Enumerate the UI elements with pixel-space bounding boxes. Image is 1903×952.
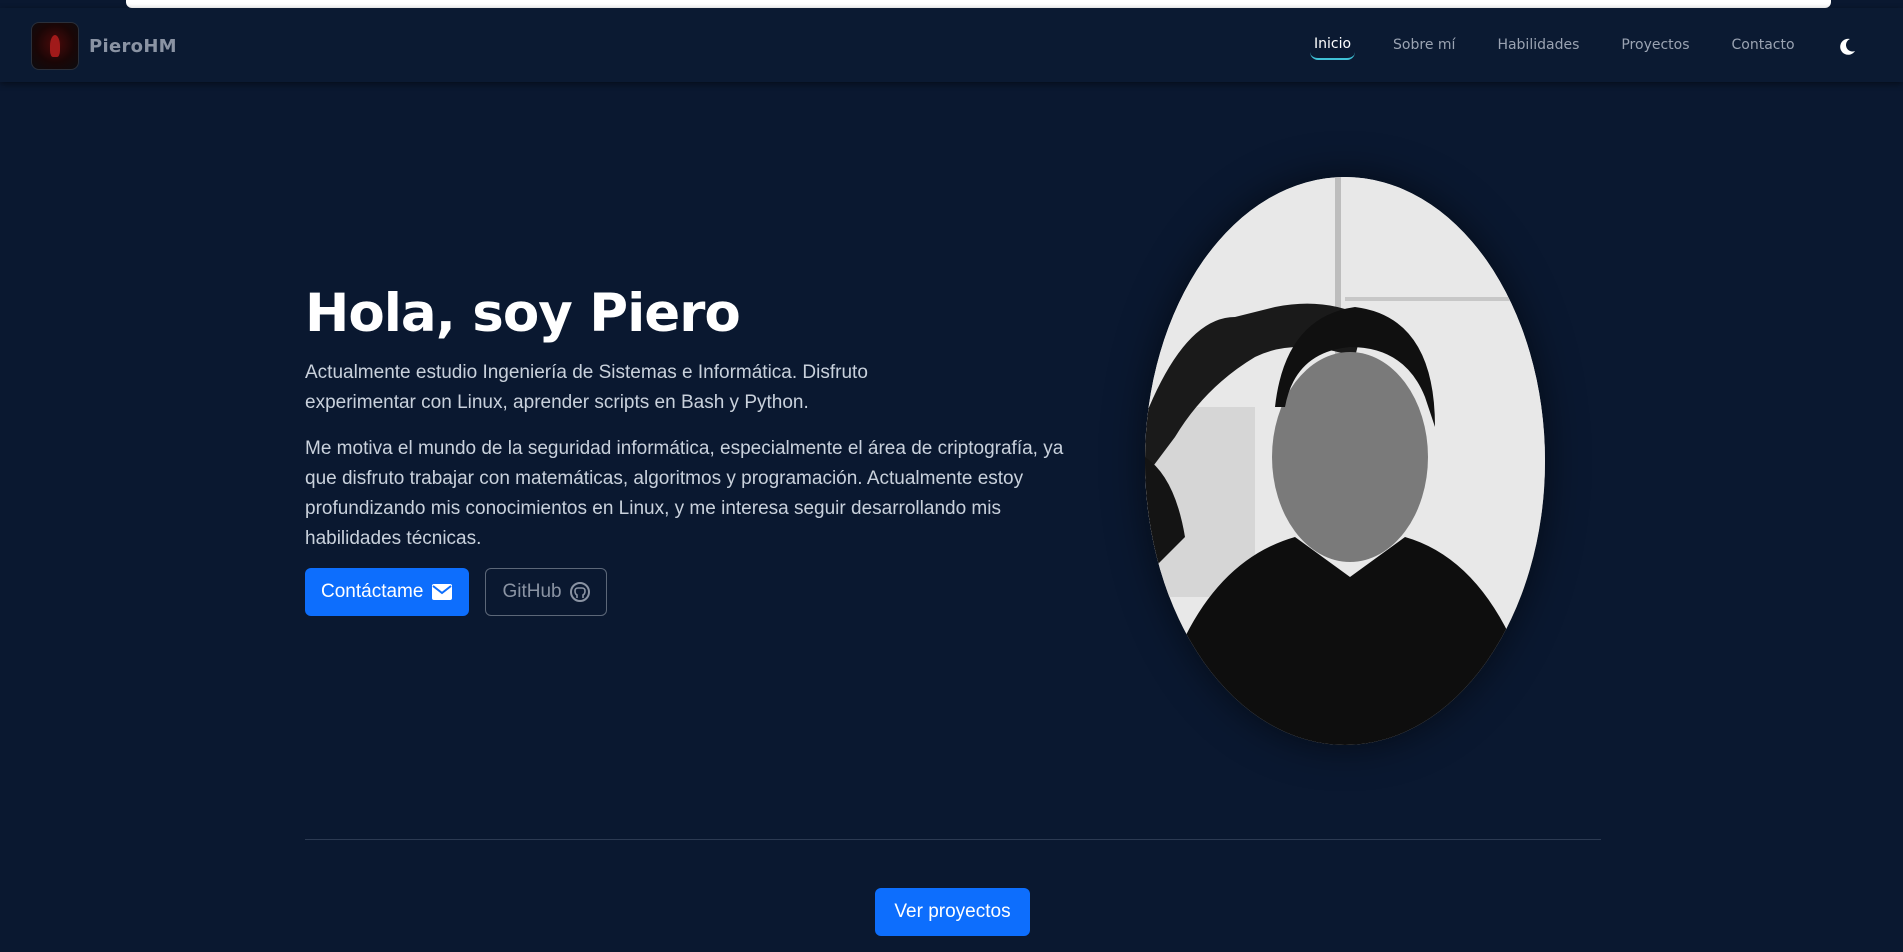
navbar: PieroHM Inicio Sobre mí Habilidades Proy…: [0, 8, 1903, 82]
github-button[interactable]: GitHub: [485, 568, 607, 616]
browser-top-strip-edge: [126, 0, 1831, 8]
browser-top-strip: [0, 0, 1903, 8]
nav-links: Inicio Sobre mí Habilidades Proyectos Co…: [1310, 22, 1833, 68]
hero-buttons: Contáctame GitHub: [305, 568, 1065, 616]
envelope-icon: [432, 584, 453, 600]
nav-item-inicio[interactable]: Inicio: [1310, 30, 1356, 60]
moon-icon[interactable]: [1836, 36, 1858, 58]
profile-photo: [1145, 177, 1545, 745]
contact-button-label: Contáctame: [321, 581, 424, 602]
contact-button[interactable]: Contáctame: [305, 568, 470, 616]
github-icon: [569, 582, 590, 602]
hero-motivation-paragraph: Me motiva el mundo de la seguridad infor…: [305, 438, 1064, 549]
nav-item-proyectos[interactable]: Proyectos: [1617, 31, 1693, 59]
brand-link[interactable]: PieroHM: [31, 22, 177, 70]
view-projects-button[interactable]: Ver proyectos: [875, 888, 1030, 936]
hero-title: Hola, soy Piero: [305, 283, 741, 344]
hooded-figure-icon: [31, 22, 79, 70]
hero-section: Hola, soy Piero Actualmente estudio Inge…: [305, 278, 1065, 616]
nav-item-contacto[interactable]: Contacto: [1728, 31, 1799, 59]
github-button-label: GitHub: [502, 581, 562, 602]
nav-item-sobre-mi[interactable]: Sobre mí: [1389, 31, 1459, 59]
brand-name: PieroHM: [89, 35, 177, 57]
section-divider: [305, 839, 1601, 840]
hero-intro-paragraph: Actualmente estudio Ingeniería de Sistem…: [305, 362, 868, 413]
nav-item-habilidades[interactable]: Habilidades: [1493, 31, 1583, 59]
